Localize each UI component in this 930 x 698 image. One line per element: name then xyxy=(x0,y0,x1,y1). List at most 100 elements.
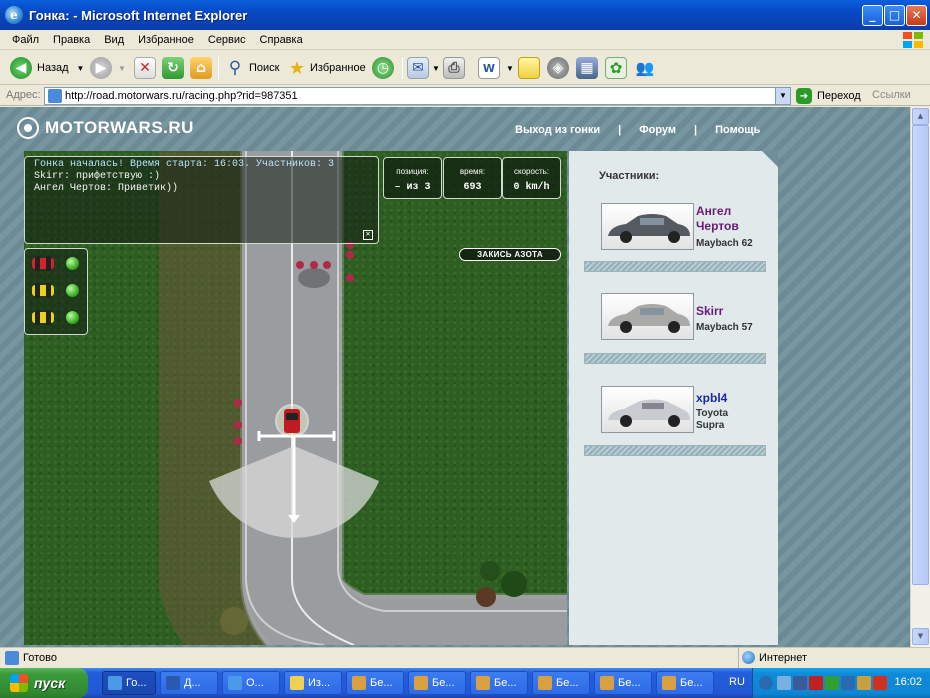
icq-button[interactable]: ✿ xyxy=(605,55,627,81)
go-label: Переход xyxy=(817,90,861,102)
favorites-button[interactable]: ★ Избранное xyxy=(286,55,366,81)
task-label: Бе... xyxy=(494,677,517,689)
back-dropdown-icon[interactable]: ▼ xyxy=(77,64,85,73)
print-button[interactable]: ⎙ xyxy=(443,55,465,81)
mail-dropdown-icon[interactable]: ▼ xyxy=(432,64,440,73)
chat-close-icon[interactable]: ✕ xyxy=(363,230,373,240)
stop-button[interactable]: ✕ xyxy=(134,55,156,81)
nav-separator: | xyxy=(618,124,622,136)
race-canvas[interactable]: Гонка началась! Время старта: 16:03. Уча… xyxy=(24,151,567,645)
scroll-down-icon[interactable]: ▼ xyxy=(912,628,929,645)
help-link[interactable]: Помощь xyxy=(715,124,760,136)
taskbar-item[interactable]: Бе... xyxy=(470,671,528,695)
participant-car-model: Maybach 62 xyxy=(696,238,753,249)
exit-race-link[interactable]: Выход из гонки xyxy=(515,124,600,136)
notes-button[interactable] xyxy=(518,55,540,81)
site-nav: Выход из гонки | Форум | Помощь xyxy=(515,124,760,136)
language-indicator[interactable]: RU xyxy=(729,676,745,688)
taskbar-item[interactable]: О... xyxy=(222,671,280,695)
time-value: 693 xyxy=(463,182,482,193)
tray-icon[interactable] xyxy=(857,676,871,690)
menu-view[interactable]: Вид xyxy=(97,34,131,46)
star-icon: ★ xyxy=(288,57,306,79)
minimize-button[interactable]: _ xyxy=(862,5,883,26)
globe-icon xyxy=(742,651,755,664)
taskbar-item[interactable]: Бе... xyxy=(346,671,404,695)
word-icon xyxy=(166,676,180,690)
taskbar-item[interactable]: Бе... xyxy=(594,671,652,695)
tray-icon[interactable] xyxy=(841,676,855,690)
menu-tools[interactable]: Сервис xyxy=(201,34,253,46)
menu-bar: Файл Правка Вид Избранное Сервис Справка xyxy=(0,30,930,50)
taskbar-item[interactable]: Бе... xyxy=(532,671,590,695)
close-button[interactable]: ✕ xyxy=(906,5,927,26)
search-button[interactable]: ⚲ Поиск xyxy=(224,55,280,81)
menu-edit[interactable]: Правка xyxy=(46,34,97,46)
participants-panel: Участники: Ангел Чертов Maybach 62 Skirr… xyxy=(569,151,778,645)
task-label: О... xyxy=(246,677,264,689)
app-icon xyxy=(476,676,490,690)
participant-name[interactable]: xpbl4 xyxy=(696,391,727,406)
refresh-button[interactable]: ↻ xyxy=(162,55,184,81)
menu-favorites[interactable]: Избранное xyxy=(131,34,201,46)
go-button[interactable]: ➔ Переход xyxy=(796,86,861,106)
mail-button[interactable]: ✉ ▼ xyxy=(407,55,440,81)
tray-icon[interactable] xyxy=(809,676,823,690)
tray-icon[interactable] xyxy=(873,676,887,690)
forward-dropdown-icon[interactable]: ▼ xyxy=(118,64,126,73)
start-button[interactable]: пуск xyxy=(0,668,88,698)
taskbar-item[interactable]: Д... xyxy=(160,671,218,695)
research-button[interactable]: ◈ xyxy=(547,55,569,81)
messenger-button[interactable]: 👥 xyxy=(634,55,656,81)
tray-icon[interactable] xyxy=(825,676,839,690)
taskbar-item[interactable]: Бе... xyxy=(408,671,466,695)
taskbar-item[interactable]: Из... xyxy=(284,671,342,695)
scroll-up-icon[interactable]: ▲ xyxy=(912,108,929,125)
speed-value: 0 km/h xyxy=(513,182,550,193)
racer-row xyxy=(32,282,82,300)
links-label[interactable]: Ссылки xyxy=(872,89,911,101)
forum-link[interactable]: Форум xyxy=(639,124,676,136)
nitro-button[interactable]: ЗАКИСЬ АЗОТА xyxy=(459,248,561,261)
home-button[interactable]: ⌂ xyxy=(190,55,212,81)
stop-icon: ✕ xyxy=(134,57,156,79)
logo-text: MOTORWARS.RU xyxy=(45,118,194,137)
clock[interactable]: 16:02 xyxy=(894,676,922,688)
edit-dropdown-icon[interactable]: ▼ xyxy=(506,64,514,73)
participant-progress-bar xyxy=(584,353,766,364)
back-button[interactable]: ◀ Назад ▼ xyxy=(10,55,84,81)
participant-name[interactable]: Ангел Чертов xyxy=(696,204,766,234)
tray-icon[interactable] xyxy=(777,676,791,690)
windows-logo-icon xyxy=(10,674,28,692)
window-title-bar[interactable]: e Гонка: - Microsoft Internet Explorer _… xyxy=(0,0,930,30)
site-logo[interactable]: MOTORWARS.RU xyxy=(17,116,194,140)
edit-button[interactable]: W ▼ xyxy=(478,55,514,81)
taskbar-item[interactable]: Бе... xyxy=(656,671,714,695)
flower-icon: ✿ xyxy=(605,57,627,79)
maximize-button[interactable]: □ xyxy=(884,5,905,26)
logo-gear-icon xyxy=(17,117,39,139)
menu-file[interactable]: Файл xyxy=(0,34,46,46)
go-arrow-icon: ➔ xyxy=(796,88,812,104)
forward-button[interactable]: ▶ ▼ xyxy=(90,55,126,81)
taskbar-item[interactable]: Го... xyxy=(102,671,156,695)
scroll-thumb[interactable] xyxy=(912,125,929,585)
word-icon: W xyxy=(478,57,500,79)
address-dropdown-icon[interactable]: ▼ xyxy=(775,88,790,104)
tray-chevron-icon[interactable] xyxy=(759,676,773,690)
print-icon: ⎙ xyxy=(443,57,465,79)
chat-message: Skirr: прифетствую :) xyxy=(34,171,161,182)
history-button[interactable]: ◷ xyxy=(372,55,394,81)
car-photo xyxy=(601,293,694,340)
tray-icon[interactable] xyxy=(793,676,807,690)
media-button[interactable]: ▦ xyxy=(576,55,598,81)
menu-help[interactable]: Справка xyxy=(253,34,310,46)
address-input[interactable]: http://road.motorwars.ru/racing.php?rid=… xyxy=(44,87,791,105)
chat-panel[interactable]: Гонка началась! Время старта: 16:03. Уча… xyxy=(24,156,379,244)
participant-name[interactable]: Skirr xyxy=(696,304,723,319)
history-icon: ◷ xyxy=(372,57,394,79)
vertical-scrollbar[interactable]: ▲ ▼ xyxy=(910,107,930,647)
app-icon xyxy=(538,676,552,690)
search-label: Поиск xyxy=(249,62,280,74)
taskbar: пуск Го... Д... О... Из... Бе... Бе... Б… xyxy=(0,668,930,698)
